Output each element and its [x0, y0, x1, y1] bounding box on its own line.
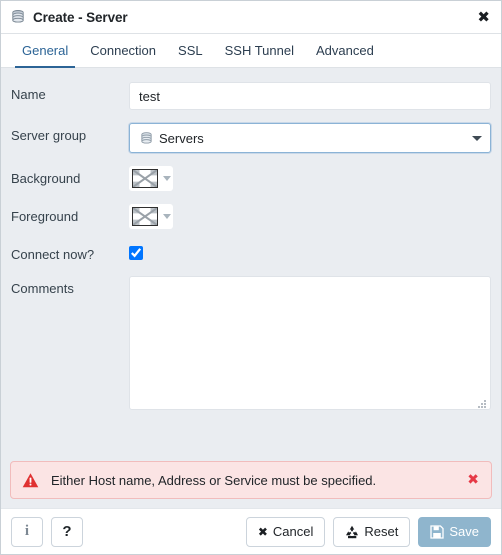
tab-connection[interactable]: Connection: [79, 34, 167, 67]
field-row-background: Background: [11, 166, 491, 191]
background-label: Background: [11, 171, 81, 186]
server-group-value: Servers: [159, 130, 204, 146]
field-row-foreground: Foreground: [11, 204, 491, 229]
background-color-swatch: [132, 169, 158, 188]
tab-bar: General Connection SSL SSH Tunnel Advanc…: [1, 34, 501, 68]
info-icon: i: [24, 523, 30, 539]
question-mark-icon: ?: [62, 523, 72, 540]
error-message: Either Host name, Address or Service mus…: [51, 472, 377, 488]
name-label: Name: [11, 87, 46, 102]
foreground-label: Foreground: [11, 209, 79, 224]
dialog-titlebar: Create - Server ✖: [1, 1, 501, 34]
cancel-button-label: Cancel: [272, 524, 314, 539]
field-row-connect-now: Connect now?: [11, 242, 491, 263]
close-icon[interactable]: ✖: [476, 8, 491, 27]
general-tab-panel: Name Server group: [1, 68, 501, 455]
connect-now-checkbox[interactable]: [129, 246, 143, 260]
dialog-title: Create - Server: [33, 9, 128, 25]
close-x-icon: ✖: [257, 524, 268, 539]
alert-close-icon[interactable]: ✖: [465, 471, 481, 489]
foreground-color-chevron-down-icon: [163, 214, 171, 219]
cancel-button[interactable]: ✖ Cancel: [245, 516, 326, 547]
server-group-select[interactable]: Servers: [129, 123, 491, 153]
foreground-color-swatch: [132, 207, 158, 226]
comments-textarea[interactable]: [129, 275, 491, 410]
notification-area: Either Host name, Address or Service mus…: [1, 455, 501, 508]
floppy-disk-icon: [430, 524, 445, 539]
help-button[interactable]: ?: [51, 516, 83, 547]
server-icon: [10, 9, 26, 25]
save-button-label: Save: [449, 524, 479, 539]
background-color-picker[interactable]: [129, 166, 173, 191]
background-color-chevron-down-icon: [163, 176, 171, 181]
recycle-icon: [345, 525, 359, 539]
server-group-icon: [139, 131, 154, 146]
info-button[interactable]: i: [11, 516, 43, 547]
reset-button-label: Reset: [364, 524, 399, 539]
create-server-dialog: Create - Server ✖ General Connection SSL…: [0, 0, 502, 555]
tab-general[interactable]: General: [11, 34, 79, 68]
server-group-label: Server group: [11, 128, 87, 143]
reset-button[interactable]: Reset: [333, 516, 411, 547]
foreground-color-picker[interactable]: [129, 204, 173, 229]
connect-now-label: Connect now?: [11, 247, 95, 262]
tab-ssl[interactable]: SSL: [167, 34, 214, 67]
field-row-name: Name: [11, 82, 491, 110]
comments-label: Comments: [11, 280, 74, 296]
warning-triangle-icon: [22, 472, 39, 489]
tab-ssh-tunnel[interactable]: SSH Tunnel: [214, 34, 305, 67]
name-input[interactable]: [129, 82, 491, 110]
tab-advanced[interactable]: Advanced: [305, 34, 385, 67]
chevron-down-icon: [472, 135, 482, 141]
dialog-footer: i ? ✖ Cancel Reset Save: [1, 508, 501, 554]
save-button[interactable]: Save: [418, 516, 491, 547]
field-row-comments: Comments: [11, 275, 491, 410]
error-alert: Either Host name, Address or Service mus…: [10, 461, 492, 499]
field-row-server-group: Server group Servers: [11, 123, 491, 153]
